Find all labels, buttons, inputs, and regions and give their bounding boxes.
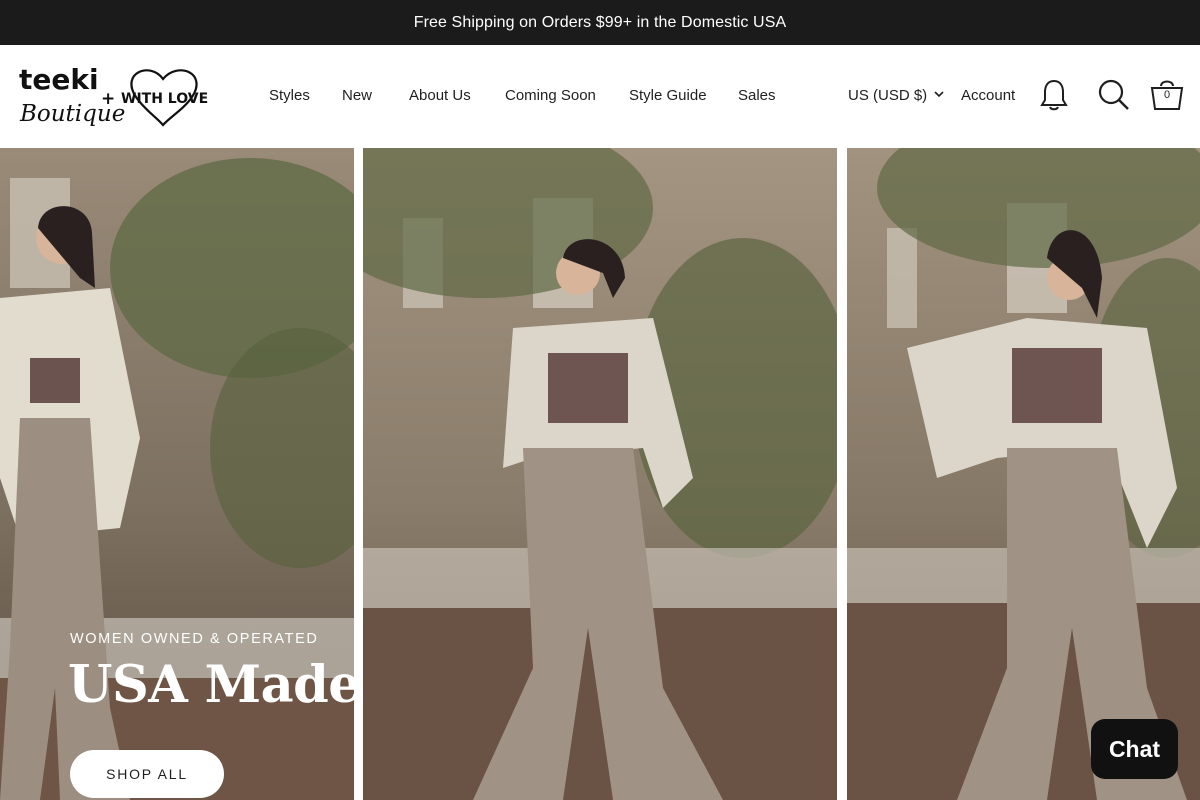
chat-button[interactable]: Chat [1091,719,1178,779]
bell-icon[interactable] [1034,75,1074,115]
chevron-down-icon [933,87,945,104]
search-icon[interactable] [1094,75,1134,115]
logo-partner: WITH LOVE [121,91,208,107]
nav-sales[interactable]: Sales [738,87,776,104]
announcement-bar: Free Shipping on Orders $99+ in the Dome… [0,0,1200,45]
shop-all-button[interactable]: SHOP ALL [70,750,224,798]
nav-about-us[interactable]: About Us [409,87,471,104]
hero-headline: USA Made [68,655,361,715]
hero-banner: WOMEN OWNED & OPERATED USA Made SHOP ALL [0,148,1200,800]
cart-icon[interactable]: 0 [1147,75,1187,115]
brand-logo[interactable]: teeki Boutique + WITH LOVE [18,63,214,131]
logo-plus: + [101,89,115,109]
nav-new[interactable]: New [342,87,372,104]
nav-style-guide[interactable]: Style Guide [629,87,707,104]
logo-wordmark: teeki [19,63,99,96]
currency-label: US (USD $) [848,87,928,104]
account-link[interactable]: Account [961,87,1015,104]
hero-photo-2 [363,148,837,800]
nav-styles[interactable]: Styles [269,87,310,104]
site-header: teeki Boutique + WITH LOVE Styles New Ab… [0,45,1200,148]
cart-count: 0 [1163,89,1171,101]
announcement-text: Free Shipping on Orders $99+ in the Dome… [413,13,787,31]
hero-eyebrow: WOMEN OWNED & OPERATED [70,631,319,647]
hero-photo-3 [847,148,1200,800]
currency-selector[interactable]: US (USD $) [848,87,945,104]
nav-coming-soon[interactable]: Coming Soon [505,87,596,104]
